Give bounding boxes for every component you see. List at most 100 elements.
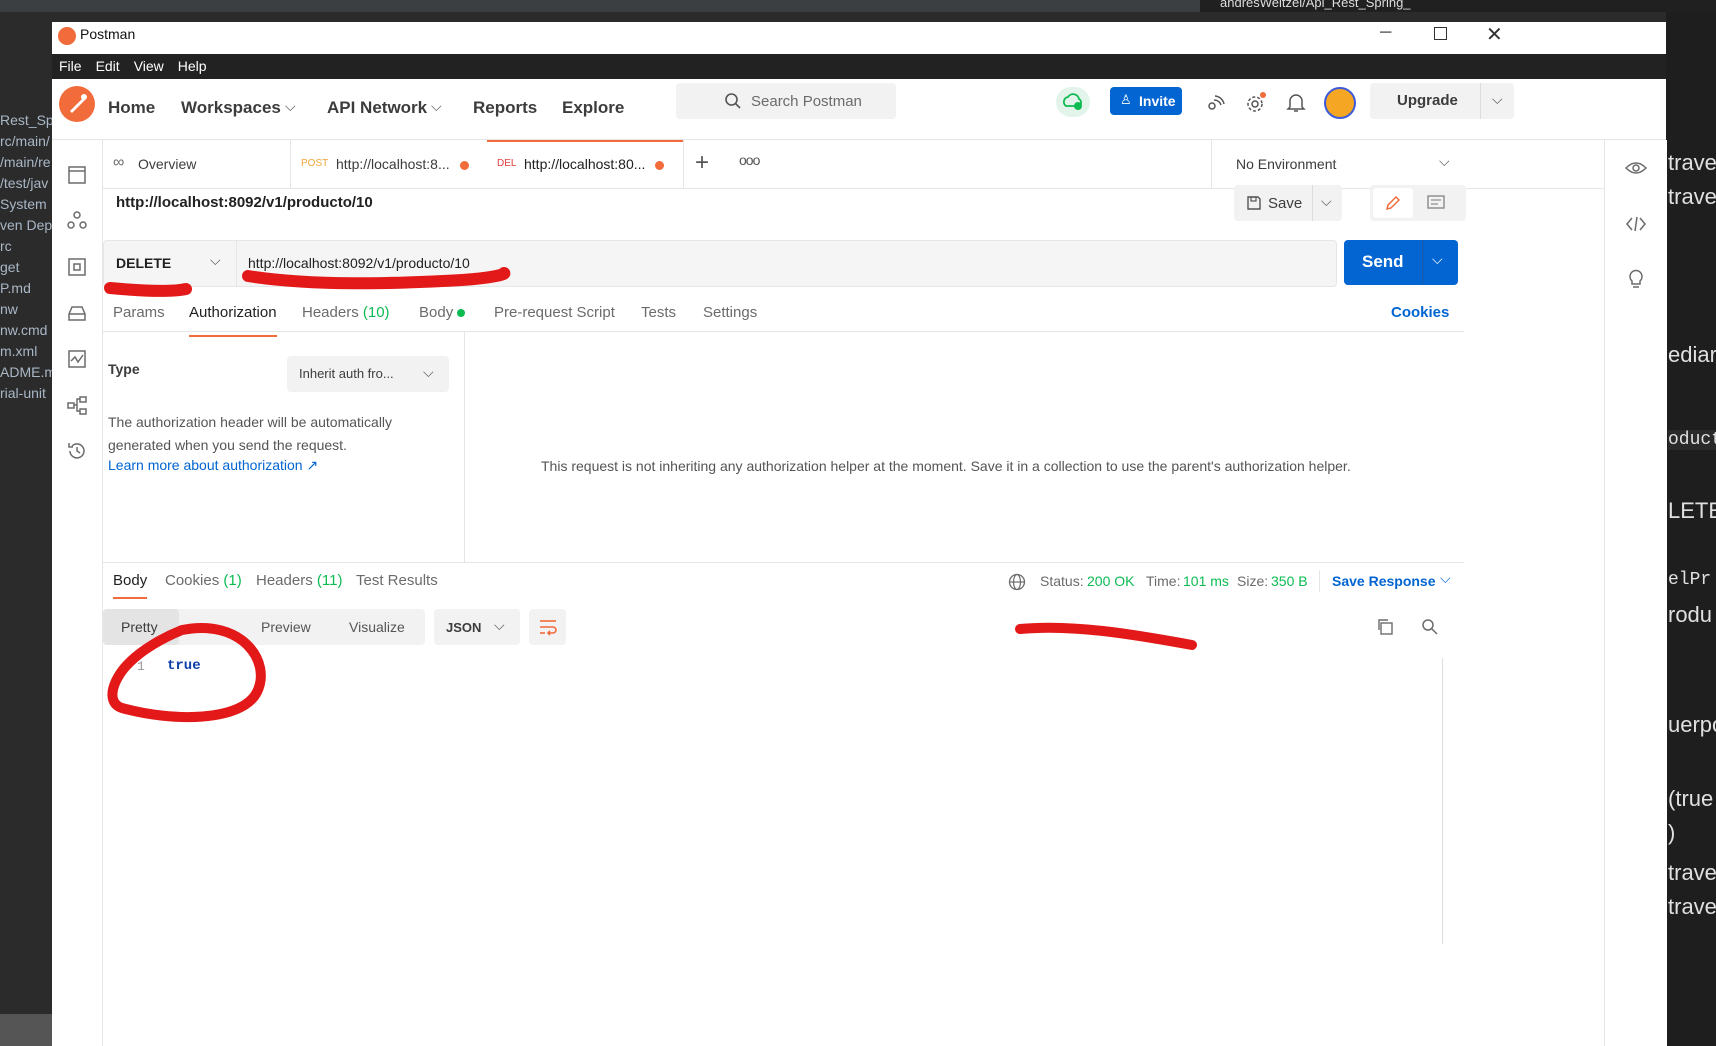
environment-selector[interactable]: No Environment ⌵ [1211, 140, 1463, 188]
tab-delete-request[interactable]: DEL http://localhost:80... [487, 140, 684, 188]
view-mode-toggle [1370, 185, 1466, 221]
ide-file[interactable]: rial-unit [0, 385, 46, 401]
send-button[interactable]: Send ⌵ [1344, 240, 1458, 285]
response-tab-test-results[interactable]: Test Results [356, 572, 438, 589]
response-body-editor[interactable]: 1 true [103, 656, 1443, 946]
save-response-button[interactable]: Save Response [1332, 573, 1436, 589]
more-options-icon[interactable]: ooo [739, 152, 760, 168]
chevron-down-icon[interactable]: ⌵ [1432, 251, 1443, 268]
tab-overview[interactable]: ∞ Overview [103, 140, 291, 188]
ide-file[interactable]: rc/main/ [0, 133, 50, 149]
ide-code-fragment: LETE [1668, 498, 1716, 523]
subtab-headers[interactable]: Headers (10) [302, 304, 390, 321]
menu-help[interactable]: Help [171, 54, 214, 74]
globe-icon[interactable] [1008, 573, 1026, 591]
search-icon[interactable] [1421, 618, 1439, 636]
learn-more-auth-link[interactable]: Learn more about authorization ↗ [108, 457, 318, 474]
subtab-body[interactable]: Body [419, 304, 466, 321]
close-icon[interactable]: ✕ [1486, 22, 1503, 47]
mock-servers-icon[interactable] [66, 302, 88, 324]
ide-project-panel: Rest_Sp rc/main/ /main/re /test/jav Syst… [0, 12, 52, 1046]
size-value[interactable]: 350 B [1271, 573, 1308, 589]
environment-quick-look-eye-icon[interactable] [1625, 160, 1647, 176]
save-button[interactable]: Save ⌵ [1234, 185, 1342, 221]
menu-view[interactable]: View [127, 54, 171, 74]
lightbulb-icon[interactable] [1625, 266, 1647, 290]
collections-icon[interactable] [66, 164, 88, 186]
comments-icon[interactable] [1426, 194, 1446, 212]
ide-file[interactable]: get [0, 259, 19, 275]
response-tab-headers[interactable]: Headers (11) [256, 572, 342, 589]
nav-explore[interactable]: Explore [562, 98, 624, 118]
flows-icon[interactable] [66, 394, 88, 416]
save-label: Save [1268, 195, 1303, 212]
url-input[interactable]: http://localhost:8092/v1/producto/10 [248, 255, 470, 271]
cookies-link[interactable]: Cookies [1391, 304, 1449, 321]
chevron-down-icon[interactable]: ⌵ [1321, 193, 1332, 210]
ide-file[interactable]: System [0, 196, 47, 212]
subtab-prerequest-script[interactable]: Pre-request Script [494, 304, 615, 321]
subtab-params[interactable]: Params [113, 304, 165, 321]
notification-bell-icon[interactable] [1286, 91, 1306, 113]
new-tab-plus-icon[interactable]: + [695, 149, 709, 177]
search-box[interactable]: Search Postman [676, 83, 896, 119]
wrap-lines-button[interactable] [529, 609, 566, 645]
capture-requests-icon[interactable] [1204, 91, 1226, 113]
nav-api-network[interactable]: API Network [327, 98, 427, 118]
chevron-down-icon[interactable]: ⌵ [1492, 91, 1503, 108]
ide-file[interactable]: nw.cmd [0, 322, 47, 338]
nav-workspaces[interactable]: Workspaces [181, 98, 281, 118]
ide-tab-title[interactable]: andresWeitzel/Api_Rest_Spring_ [1220, 0, 1411, 10]
ide-file[interactable]: ADME.m [0, 364, 52, 380]
subtab-authorization[interactable]: Authorization [189, 304, 277, 337]
settings-gear-icon[interactable] [1244, 91, 1268, 115]
menu-file[interactable]: File [52, 54, 89, 74]
time-label: Time: [1146, 573, 1181, 589]
subtab-authorization-label: Authorization [189, 304, 277, 321]
postman-logo-icon[interactable] [59, 86, 95, 122]
divider [1319, 570, 1320, 592]
ide-file[interactable]: m.xml [0, 343, 37, 359]
view-visualize-button[interactable]: Visualize [349, 619, 405, 635]
menu-edit[interactable]: Edit [89, 54, 127, 74]
subtab-tests[interactable]: Tests [641, 304, 676, 321]
response-tab-body[interactable]: Body [113, 572, 148, 599]
ide-file[interactable]: ven Dep [0, 217, 52, 233]
code-icon[interactable] [1625, 214, 1647, 234]
apis-icon[interactable] [66, 210, 88, 232]
request-name[interactable]: http://localhost:8092/v1/producto/10 [116, 194, 373, 211]
subtab-settings[interactable]: Settings [703, 304, 757, 321]
ide-file[interactable]: Rest_Sp [0, 112, 52, 128]
nav-home[interactable]: Home [108, 98, 155, 118]
upgrade-button[interactable]: Upgrade ⌵ [1370, 83, 1514, 119]
status-value[interactable]: 200 OK [1087, 573, 1134, 589]
ide-file[interactable]: rc [0, 238, 12, 254]
avatar[interactable] [1324, 87, 1356, 119]
response-tab-cookies[interactable]: Cookies (1) [165, 572, 242, 589]
response-tabs: Body Cookies (1) Headers (11) Test Resul… [103, 570, 1464, 602]
environments-icon[interactable] [66, 256, 88, 278]
time-value[interactable]: 101 ms [1183, 573, 1229, 589]
method-selector[interactable]: DELETE ⌵ [104, 241, 237, 286]
invite-button[interactable]: ♙ Invite [1110, 87, 1182, 115]
monitors-icon[interactable] [66, 348, 88, 370]
view-pretty-button[interactable]: Pretty [103, 609, 179, 645]
minimize-icon[interactable]: ─ [1380, 24, 1391, 42]
ide-file[interactable]: P.md [0, 280, 31, 296]
edit-mode-button[interactable] [1373, 188, 1413, 218]
view-preview-button[interactable]: Preview [261, 619, 311, 635]
ide-file[interactable]: /test/jav [0, 175, 48, 191]
scrollbar-track[interactable] [1442, 658, 1443, 944]
copy-icon[interactable] [1376, 618, 1394, 636]
sync-status-icon[interactable] [1056, 87, 1090, 117]
chevron-down-icon[interactable]: ⌵ [1440, 570, 1451, 587]
maximize-icon[interactable] [1434, 27, 1447, 40]
tab-post-request[interactable]: POST http://localhost:8... [290, 140, 488, 188]
auth-type-select[interactable]: Inherit auth fro... ⌵ [287, 356, 449, 392]
ide-file[interactable]: /main/re [0, 154, 51, 170]
ide-file[interactable]: nw [0, 301, 18, 317]
format-select[interactable]: JSON ⌵ [434, 609, 520, 645]
history-icon[interactable] [66, 440, 88, 462]
invite-label: Invite [1139, 93, 1176, 109]
nav-reports[interactable]: Reports [473, 98, 537, 118]
